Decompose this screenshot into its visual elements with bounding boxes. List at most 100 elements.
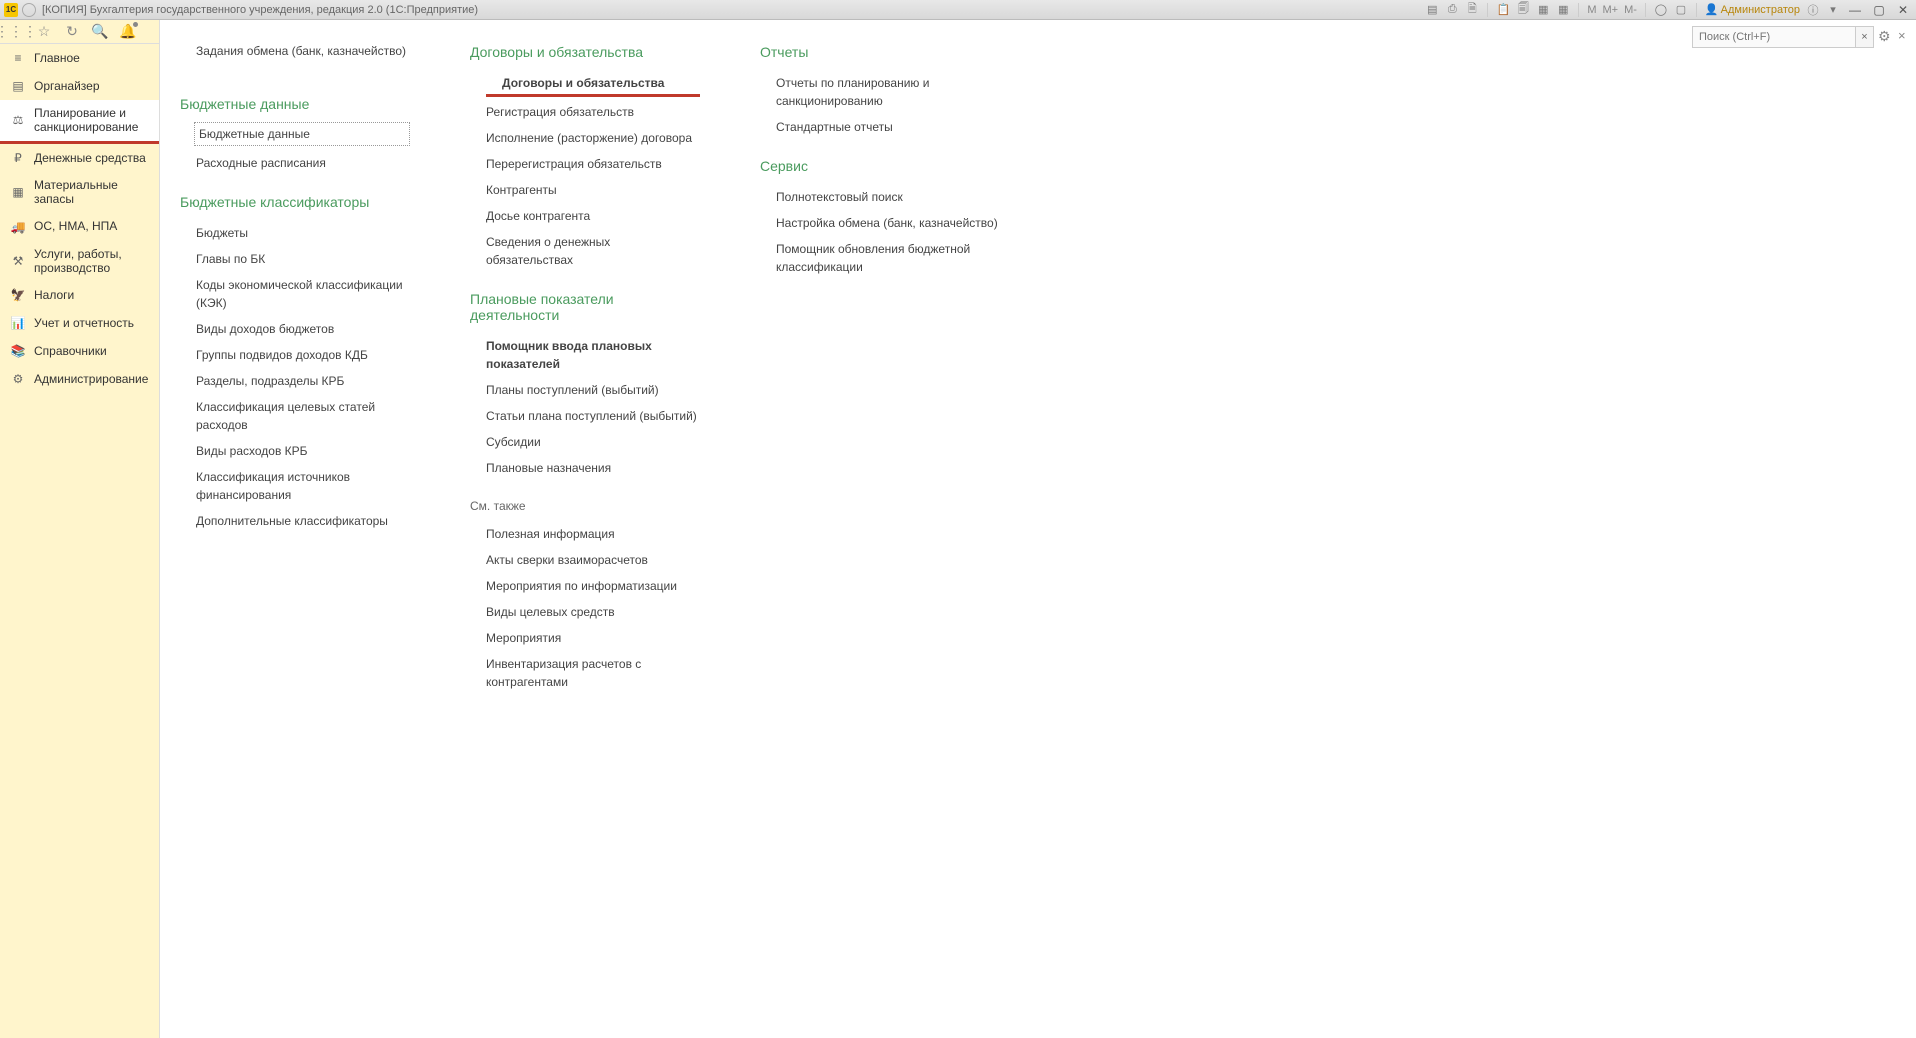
refresh-icon[interactable] [22,3,36,17]
section-see-also: См. также [470,499,700,513]
link-monetary-obligations[interactable]: Сведения о денежных обязательствах [470,229,700,273]
calendar-icon[interactable]: ▦ [1536,3,1550,17]
apps-grid-icon[interactable]: ⋮⋮⋮ [8,24,24,40]
sidebar-item-label: Органайзер [34,79,100,93]
user-label[interactable]: 👤 Администратор [1705,3,1800,16]
sidebar-item-label: Администрирование [34,372,148,386]
user-icon: 👤 [1705,3,1719,16]
link-bk-chapters[interactable]: Главы по БК [180,246,410,272]
link-expense-classification[interactable]: Классификация целевых статей расходов [180,394,410,438]
star-icon[interactable]: ☆ [36,24,52,40]
grid-icon[interactable]: ▦ [1556,3,1570,17]
link-subsidies[interactable]: Субсидии [470,429,700,455]
link-informatization[interactable]: Мероприятия по информатизации [470,573,700,599]
search-input[interactable] [1692,26,1856,48]
sidebar-item-accounting[interactable]: 📊 Учет и отчетность [0,309,159,337]
main-layout: ⋮⋮⋮ ☆ ↻ 🔍 🔔 ≡ Главное ▤ Органайзер ⚖ Пла… [0,20,1916,1038]
link-planning-reports[interactable]: Отчеты по планированию и санкционировани… [760,70,1020,114]
sidebar-item-planning[interactable]: ⚖ Планирование и санкционирование [0,100,159,144]
copy-icon[interactable]: 🗐 [1516,3,1530,17]
link-events[interactable]: Мероприятия [470,625,700,651]
section-reports: Отчеты [760,44,1020,60]
link-additional-classifiers[interactable]: Дополнительные классификаторы [180,508,410,534]
section-planned-indicators: Плановые показатели деятельности [470,291,700,323]
link-income-types[interactable]: Виды доходов бюджетов [180,316,410,342]
search-clear-button[interactable]: × [1856,26,1874,48]
tools-icon: ⚒ [10,253,26,269]
calc-mminus-button[interactable]: M- [1624,4,1637,16]
notification-dot-icon [133,22,138,27]
window-title: [КОПИЯ] Бухгалтерия государственного учр… [42,4,478,16]
link-krb-sections[interactable]: Разделы, подразделы КРБ [180,368,410,394]
link-target-funds[interactable]: Виды целевых средств [470,599,700,625]
link-income-subtypes[interactable]: Группы подвидов доходов КДБ [180,342,410,368]
link-krb-expense-types[interactable]: Виды расходов КРБ [180,438,410,464]
sidebar-item-materials[interactable]: ▦ Материальные запасы [0,172,159,213]
calc-mplus-button[interactable]: M+ [1603,4,1619,16]
link-income-plans[interactable]: Планы поступлений (выбытий) [470,377,700,403]
sidebar-item-label: Услуги, работы, производство [34,247,149,276]
sidebar-item-organizer[interactable]: ▤ Органайзер [0,72,159,100]
print-icon[interactable]: ⎙ [1445,3,1459,17]
document-icon[interactable]: 🗎 [1465,3,1479,17]
sidebar-item-main[interactable]: ≡ Главное [0,44,159,72]
link-planned-assignments[interactable]: Плановые назначения [470,455,700,481]
history-icon[interactable]: ↻ [64,24,80,40]
separator [1487,3,1488,17]
close-button[interactable]: ✕ [1894,3,1912,17]
dropdown-icon[interactable]: ▾ [1826,3,1840,17]
clipboard-icon[interactable]: 📋 [1496,3,1510,17]
maximize-button[interactable]: ▢ [1870,3,1888,17]
save-icon[interactable]: ▤ [1425,3,1439,17]
sidebar-toolbar: ⋮⋮⋮ ☆ ↻ 🔍 🔔 [0,20,159,44]
link-fulltext-search[interactable]: Полнотекстовый поиск [760,184,1020,210]
truck-icon: 🚚 [10,219,26,235]
link-exchange-setup[interactable]: Настройка обмена (банк, казначейство) [760,210,1020,236]
link-obligation-registration[interactable]: Регистрация обязательств [470,99,700,125]
link-budget-data[interactable]: Бюджетные данные [194,122,410,146]
sidebar-item-catalogs[interactable]: 📚 Справочники [0,337,159,365]
sidebar-item-money[interactable]: ₽ Денежные средства [0,144,159,172]
link-counterparties[interactable]: Контрагенты [470,177,700,203]
window-icon[interactable]: ▢ [1674,3,1688,17]
separator [1645,3,1646,17]
settings-gear-icon[interactable]: ⚙ [1878,28,1894,44]
link-contract-execution[interactable]: Исполнение (расторжение) договора [470,125,700,151]
link-expense-schedules[interactable]: Расходные расписания [180,150,410,176]
sidebar-item-os[interactable]: 🚚 ОС, НМА, НПА [0,213,159,241]
planning-icon: ⚖ [10,112,26,128]
sidebar-item-label: ОС, НМА, НПА [34,219,117,233]
calc-m-button[interactable]: M [1587,4,1596,16]
column-3: Отчеты Отчеты по планированию и санкцион… [760,44,1020,695]
link-financing-sources[interactable]: Классификация источников финансирования [180,464,410,508]
link-reconciliation-acts[interactable]: Акты сверки взаиморасчетов [470,547,700,573]
sidebar-item-label: Денежные средства [34,151,146,165]
link-counterparty-dossier[interactable]: Досье контрагента [470,203,700,229]
sidebar-item-admin[interactable]: ⚙ Администрирование [0,365,159,393]
sidebar-item-label: Главное [34,51,80,65]
link-classification-update[interactable]: Помощник обновления бюджетной классифика… [760,236,1020,280]
search-icon[interactable]: 🔍 [92,24,108,40]
separator [1578,3,1579,17]
link-planned-assistant[interactable]: Помощник ввода плановых показателей [470,333,700,377]
link-budgets[interactable]: Бюджеты [180,220,410,246]
organizer-icon: ▤ [10,78,26,94]
link-useful-info[interactable]: Полезная информация [470,521,700,547]
link-contracts-obligations[interactable]: Договоры и обязательства [486,70,700,97]
sidebar-item-taxes[interactable]: 🦅 Налоги [0,281,159,309]
sidebar-item-services[interactable]: ⚒ Услуги, работы, производство [0,241,159,282]
link-plan-articles[interactable]: Статьи плана поступлений (выбытий) [470,403,700,429]
back-icon[interactable]: ◯ [1654,3,1668,17]
boxes-icon: ▦ [10,184,26,200]
link-kek-codes[interactable]: Коды экономической классификации (КЭК) [180,272,410,316]
link-obligation-reregistration[interactable]: Перерегистрация обязательств [470,151,700,177]
bell-icon[interactable]: 🔔 [120,24,136,40]
info-icon[interactable]: ⓘ [1806,3,1820,17]
content-area: × ⚙ × Задания обмена (банк, казначейство… [160,20,1916,1038]
link-inventory[interactable]: Инвентаризация расчетов с контрагентами [470,651,700,695]
link-standard-reports[interactable]: Стандартные отчеты [760,114,1020,140]
link-exchange-tasks[interactable]: Задания обмена (банк, казначейство) [180,44,410,58]
close-panel-button[interactable]: × [1898,28,1912,42]
section-budget-data: Бюджетные данные [180,96,410,112]
minimize-button[interactable]: — [1846,3,1864,17]
